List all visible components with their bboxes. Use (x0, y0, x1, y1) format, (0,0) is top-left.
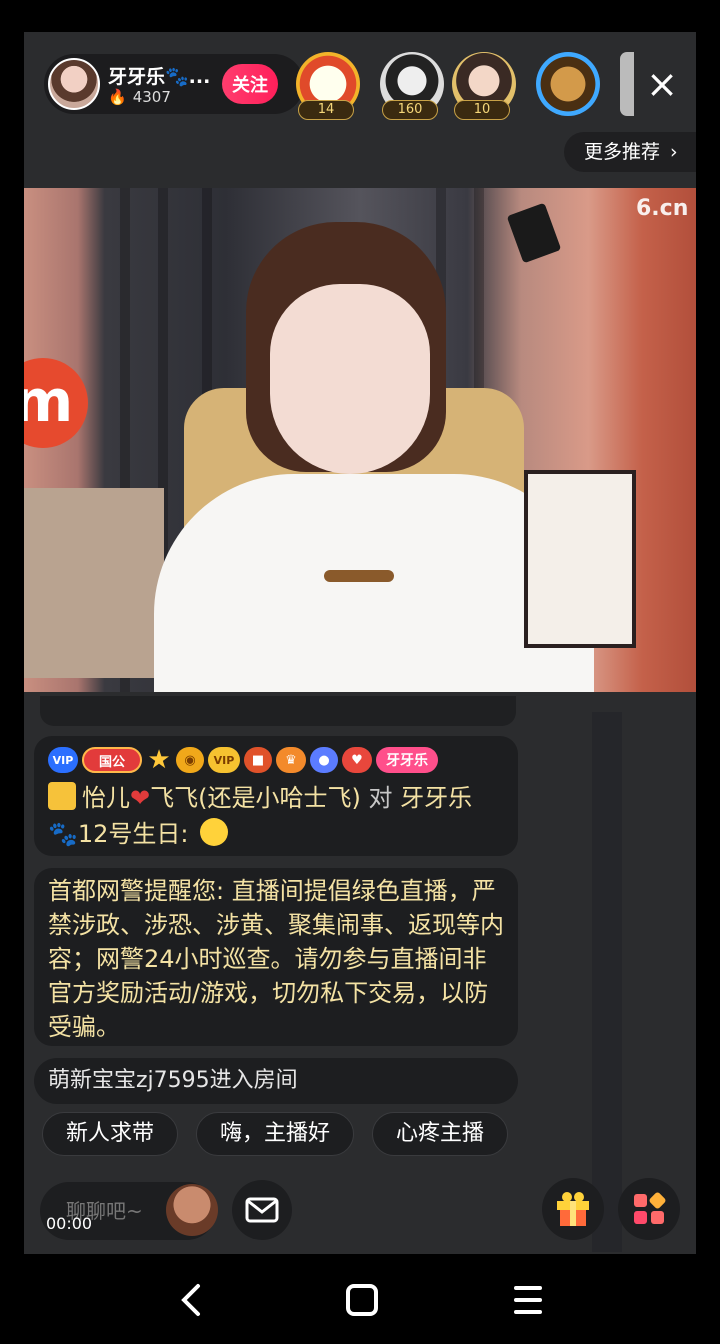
gift-box-badge-icon: ■ (244, 747, 272, 773)
close-icon[interactable]: × (642, 64, 682, 104)
follow-button[interactable]: 关注 (222, 64, 278, 104)
quick-reply-button[interactable]: 新人求带 (42, 1112, 178, 1156)
status-bar (0, 0, 720, 32)
user-badges: VIP 国公 ★ ◉ VIP ■ ♛ ● ♥ 牙牙乐 (48, 744, 504, 776)
home-icon[interactable] (340, 1278, 384, 1322)
sender-name[interactable]: 怡儿 (82, 784, 130, 812)
picture-frame (524, 470, 636, 648)
host-info[interactable]: 牙牙乐🐾... 🔥 4307 关注 (44, 54, 304, 114)
host-name: 牙牙乐🐾... (108, 66, 211, 88)
gift-button[interactable] (542, 1178, 604, 1240)
watermark-logo: 6.cn (636, 196, 689, 221)
quick-reply-button[interactable]: 心疼主播 (372, 1112, 508, 1156)
chevron-right-icon: › (670, 141, 678, 163)
back-icon[interactable] (170, 1278, 214, 1322)
gift-message: VIP 国公 ★ ◉ VIP ■ ♛ ● ♥ 牙牙乐 怡儿❤飞飞(还是小哈士飞)… (34, 736, 518, 856)
enter-room-message: 萌新宝宝zj7595进入房间 (34, 1058, 518, 1104)
gift-text: 怡儿❤飞飞(还是小哈士飞) 对 牙牙乐 🐾12号生日: (48, 780, 504, 852)
more-recommend-label: 更多推荐 (584, 141, 661, 163)
apps-icon (634, 1192, 666, 1224)
viewer-avatar-partial[interactable] (620, 52, 634, 116)
viewer-avatar[interactable]: 160 (380, 52, 444, 120)
viewer-avatar[interactable] (536, 52, 600, 116)
viewer-avatar[interactable]: 10 (452, 52, 516, 120)
police-notice: 首都网警提醒您: 直播间提倡绿色直播，严禁涉政、涉恐、涉黄、聚集闹事、返现等内容… (34, 868, 518, 1046)
lamp (506, 202, 562, 264)
live-room: 牙牙乐🐾... 🔥 4307 关注 14 160 10 × 更多推荐 › 6.cn … (24, 32, 696, 1254)
paw-icon: 🐾 (48, 820, 78, 848)
viewer-badge: 160 (382, 100, 438, 120)
host-heat: 🔥 4307 (108, 88, 171, 106)
recording-timer: 00:00 (46, 1214, 93, 1233)
viewer-avatar[interactable]: 14 (296, 52, 360, 120)
user-icon (48, 782, 76, 810)
heart-badge-icon: ♥ (342, 747, 372, 773)
system-nav-bar (0, 1254, 720, 1344)
more-recommend-button[interactable]: 更多推荐 › (564, 132, 696, 172)
notice-text: 首都网警提醒您: 直播间提倡绿色直播，严禁涉政、涉恐、涉黄、聚集闹事、返现等内容… (48, 877, 504, 1041)
m-logo-icon[interactable]: m (24, 358, 88, 448)
quick-reply-button[interactable]: 嗨，主播好 (196, 1112, 354, 1156)
vip-badge-icon: VIP (48, 747, 78, 773)
chat-scroll-track (592, 712, 622, 1252)
user-avatar[interactable] (166, 1184, 218, 1236)
star-badge-icon: ★ (147, 745, 171, 775)
gift-content: 12号生日: (77, 820, 189, 848)
crown-badge-icon: ♛ (276, 747, 306, 773)
chat-message-clipped (40, 696, 516, 726)
host-avatar[interactable] (48, 58, 100, 110)
more-apps-button[interactable] (618, 1178, 680, 1240)
laugh-emoji-icon (200, 818, 229, 846)
streamer-face (270, 284, 430, 474)
vip-crown-badge-icon: VIP (208, 747, 240, 773)
rank-badge: 国公 (82, 747, 142, 773)
gift-icon (557, 1192, 589, 1226)
sender-suffix: 飞飞(还是小哈士飞) (150, 784, 361, 812)
viewer-badge: 14 (298, 100, 354, 120)
live-video[interactable]: 6.cn m (24, 188, 696, 692)
coin-badge-icon: ◉ (176, 747, 204, 773)
fan-club-badge: 牙牙乐 (376, 747, 438, 773)
message-button[interactable] (232, 1180, 292, 1240)
menu-icon[interactable] (506, 1278, 550, 1322)
mail-icon (245, 1197, 279, 1223)
pig-badge-icon: ● (310, 747, 338, 773)
flame-icon: 🔥 (108, 88, 127, 106)
heart-icon: ❤ (130, 784, 151, 812)
to-word: 对 (368, 784, 393, 812)
viewer-badge: 10 (454, 100, 510, 120)
shelf (24, 488, 164, 678)
bow (324, 570, 394, 582)
receiver-name[interactable]: 牙牙乐 (400, 784, 472, 812)
heat-value: 4307 (132, 88, 171, 106)
